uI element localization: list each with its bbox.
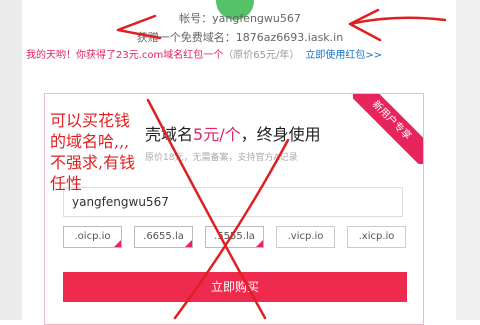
- new-user-ribbon: 新用户专享: [353, 94, 423, 164]
- right-background-strip: [456, 0, 480, 320]
- buy-now-button[interactable]: 立即购买: [63, 272, 407, 302]
- promo-text: 我的天哟！你获得了23元.com域名红包一个: [26, 50, 224, 61]
- note-line-3: 不强求,有钱: [50, 153, 136, 172]
- free-domain-label: 获赠一个免费域名：1876az6693.iask.in: [136, 31, 344, 44]
- suffix-option-6655[interactable]: .6655.la: [134, 226, 193, 248]
- card-subline: 原价18元，无需备案，支持官方A记录: [145, 153, 298, 163]
- note-line-1: 可以买花钱: [50, 111, 131, 130]
- note-line-2: 的域名哈,,,: [50, 132, 130, 151]
- promo-line: 我的天哟！你获得了23元.com域名红包一个（原价65元/年） 立即使用红包>>: [26, 46, 382, 61]
- use-coupon-link[interactable]: 立即使用红包>>: [305, 50, 382, 61]
- suffix-options: .oicp.io .6655.la .5555.la .vicp.io .xic…: [63, 226, 407, 250]
- handwritten-note: 可以买花钱 的域名哈,,, 不强求,有钱 任性: [50, 110, 160, 194]
- headline-suffix: ，终身使用: [240, 125, 321, 144]
- promo-original-price: （原价65元/年）: [223, 50, 300, 61]
- suffix-option-5555[interactable]: .5555.la: [205, 226, 264, 248]
- headline-price: 5元/个: [193, 125, 241, 144]
- left-background-strip: [0, 0, 22, 320]
- note-line-4: 任性: [50, 174, 83, 193]
- account-label: 帐号：yangfengwu567: [179, 12, 301, 25]
- suffix-option-xicp[interactable]: .xicp.io: [347, 226, 406, 248]
- ribbon-label: 新用户专享: [353, 94, 423, 164]
- suffix-option-vicp[interactable]: .vicp.io: [276, 226, 335, 248]
- card-headline: 壳域名5元/个，终身使用: [145, 121, 321, 145]
- suffix-option-oicp[interactable]: .oicp.io: [63, 226, 122, 248]
